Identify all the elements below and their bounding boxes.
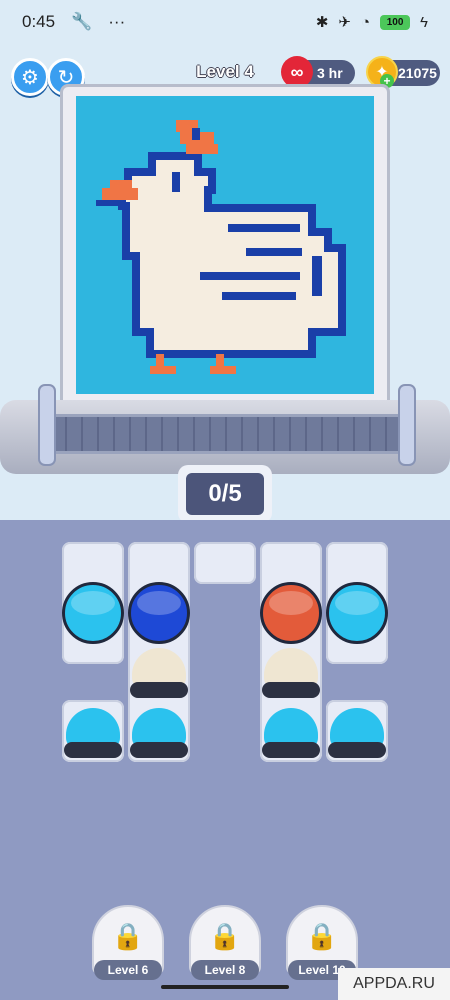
ball-cyan-2[interactable] <box>130 708 188 760</box>
locked-level-8[interactable]: 🔒 Level 8 <box>189 905 261 985</box>
puzzle-frame <box>60 84 390 410</box>
level-title: Level 4 <box>196 62 254 81</box>
settings-button[interactable]: ⚙ <box>11 58 49 96</box>
locked-level-label: Level 6 <box>94 960 162 980</box>
ball-cyan-3[interactable] <box>262 708 320 760</box>
progress-counter: 0/5 <box>178 465 272 523</box>
coins-value: 21075 <box>398 65 437 81</box>
pot-blue[interactable] <box>128 582 190 644</box>
right-post <box>398 384 416 466</box>
lane-3 <box>194 542 256 584</box>
charging-icon: ϟ <box>420 13 428 31</box>
puzzle-canvas <box>76 96 374 394</box>
lock-icon: 🔒 <box>305 920 339 951</box>
wifi-icon: ◔ <box>360 13 371 31</box>
lock-icon: 🔒 <box>111 920 145 951</box>
lives-text: 3 hr <box>317 65 343 81</box>
watermark: APPDA.RU <box>338 968 450 1000</box>
gear-icon: ⚙ <box>21 66 39 89</box>
home-indicator[interactable] <box>161 985 289 989</box>
wrench-icon: 🔧 <box>71 12 93 31</box>
status-time: 0:45 <box>22 12 56 31</box>
ball-cyan-1[interactable] <box>64 708 122 760</box>
lives-pill[interactable]: ∞ 3 hr <box>281 56 355 88</box>
locked-level-label: Level 8 <box>191 960 259 980</box>
ball-cyan-4[interactable] <box>328 708 386 760</box>
battery-icon: 100 <box>380 14 411 30</box>
coins-pill[interactable]: ✦ + 21075 <box>366 56 440 88</box>
pot-orange[interactable] <box>260 582 322 644</box>
ball-cream-1[interactable] <box>130 648 188 700</box>
pot-cyan-1[interactable] <box>62 582 124 644</box>
progress-text: 0/5 <box>186 473 264 515</box>
ball-cream-2[interactable] <box>262 648 320 700</box>
more-icon: ··· <box>108 12 126 31</box>
conveyor-belt <box>48 414 402 454</box>
airplane-icon: ✈ <box>338 14 351 31</box>
pot-cyan-2[interactable] <box>326 582 388 644</box>
left-post <box>38 384 56 466</box>
locked-level-6[interactable]: 🔒 Level 6 <box>92 905 164 985</box>
bluetooth-icon: ✱ <box>315 14 329 31</box>
status-bar: 0:45 🔧 ··· ✱ ✈ ◔ 100 ϟ <box>0 0 450 44</box>
duck-pixel-art <box>76 96 374 394</box>
lock-icon: 🔒 <box>208 920 242 951</box>
